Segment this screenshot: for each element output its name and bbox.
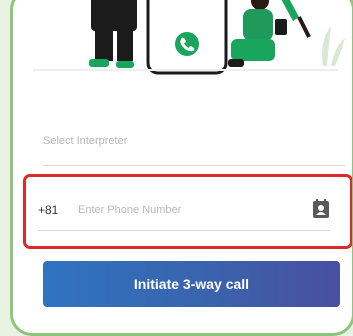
country-code[interactable]: +81 [38,203,58,217]
phone-icon [175,32,199,56]
call-setup-card: Select Interpreter +81 Enter Phone Numbe… [10,0,353,336]
phone-number-field[interactable]: +81 Enter Phone Number [38,192,330,231]
video-call-illustration [33,0,345,75]
phone-number-input[interactable]: Enter Phone Number [78,204,181,216]
contact-book-icon[interactable] [312,199,330,219]
interpreter-placeholder: Select Interpreter [43,135,128,147]
screen-background: Select Interpreter +81 Enter Phone Numbe… [0,0,353,336]
interpreter-select[interactable]: Select Interpreter [43,131,345,166]
initiate-call-label: Initiate 3-way call [133,276,250,292]
initiate-call-button[interactable]: Initiate 3-way call [43,261,340,307]
